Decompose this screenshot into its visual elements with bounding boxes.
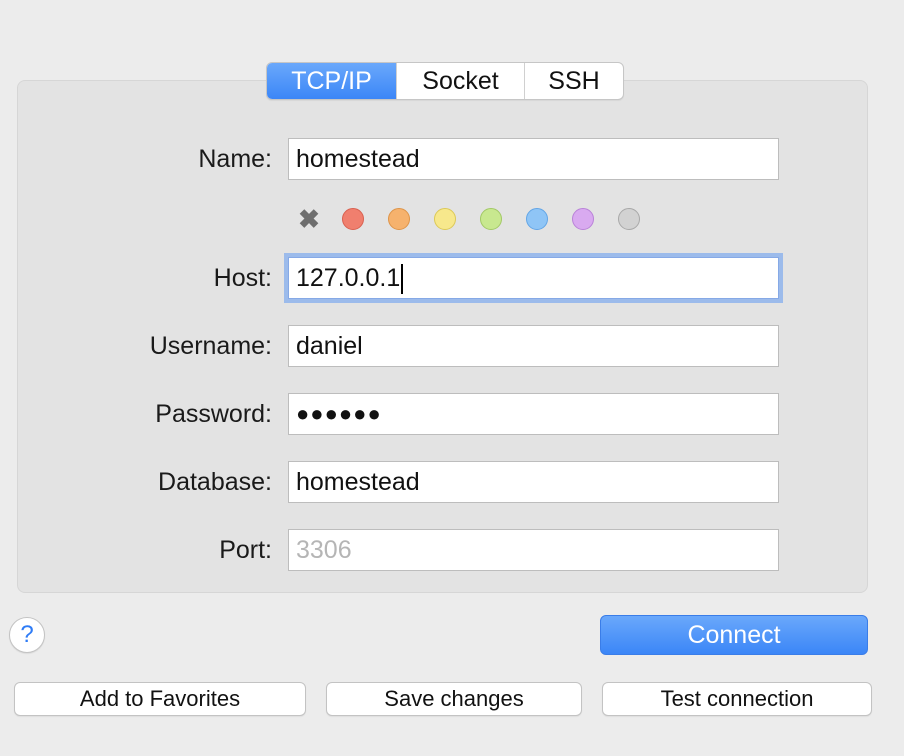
color-red[interactable] (342, 208, 364, 230)
tab-ssh[interactable]: SSH (525, 63, 623, 99)
name-row: Name: homestead (0, 138, 904, 180)
text-caret (401, 264, 404, 295)
add-to-favorites-button[interactable]: Add to Favorites (14, 682, 306, 716)
color-tag-picker: ✖ (296, 206, 664, 232)
color-gray[interactable] (618, 208, 640, 230)
username-label: Username: (149, 332, 272, 360)
clear-color-icon[interactable]: ✖ (296, 206, 322, 232)
color-purple[interactable] (572, 208, 594, 230)
tab-socket[interactable]: Socket (397, 63, 525, 99)
save-changes-button[interactable]: Save changes (326, 682, 582, 716)
tab-tcpip[interactable]: TCP/IP (267, 63, 397, 99)
connection-type-tabs: TCP/IP Socket SSH (266, 62, 624, 100)
name-label: Name: (198, 145, 272, 173)
username-row: Username: daniel (0, 325, 904, 367)
password-label: Password: (155, 400, 272, 428)
port-field[interactable]: 3306 (288, 529, 779, 571)
connect-button[interactable]: Connect (600, 615, 868, 655)
password-row: Password: ●●●●●● (0, 393, 904, 435)
port-row: Port: 3306 (0, 529, 904, 571)
database-label: Database: (158, 468, 272, 496)
color-orange[interactable] (388, 208, 410, 230)
username-field[interactable]: daniel (288, 325, 779, 367)
host-value: 127.0.0.1 (296, 264, 401, 292)
host-label: Host: (213, 264, 272, 292)
database-field[interactable]: homestead (288, 461, 779, 503)
port-label: Port: (219, 536, 272, 564)
color-green[interactable] (480, 208, 502, 230)
database-row: Database: homestead (0, 461, 904, 503)
name-field[interactable]: homestead (288, 138, 779, 180)
test-connection-button[interactable]: Test connection (602, 682, 872, 716)
host-field[interactable]: 127.0.0.1 (288, 257, 779, 299)
help-button[interactable]: ? (9, 617, 45, 653)
color-yellow[interactable] (434, 208, 456, 230)
host-row: Host: 127.0.0.1 (0, 257, 904, 299)
color-blue[interactable] (526, 208, 548, 230)
password-field[interactable]: ●●●●●● (288, 393, 779, 435)
